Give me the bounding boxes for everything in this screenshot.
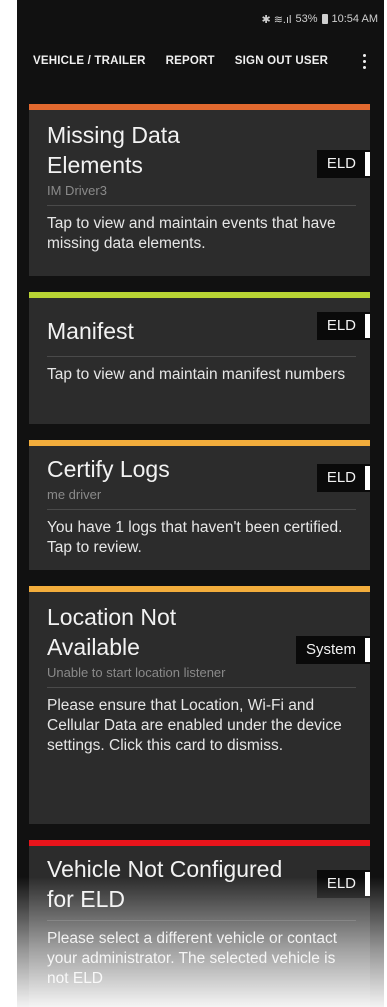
- card-divider: [47, 920, 356, 921]
- card-missing-data-elements[interactable]: Missing Data Elements ELD IM Driver3 Tap…: [29, 104, 371, 276]
- card-accent-bar: [29, 104, 370, 110]
- status-bar: ✱ ≋.ıl 53% 10:54 AM: [17, 0, 384, 38]
- card-body: Please select a different vehicle or con…: [47, 930, 338, 987]
- card-badge: ELD: [316, 464, 371, 492]
- card-divider: [47, 687, 356, 688]
- card-body: You have 1 logs that haven't been certif…: [47, 519, 343, 556]
- card-badge: System: [295, 636, 371, 664]
- card-badge: ELD: [316, 870, 371, 898]
- card-divider: [47, 509, 356, 510]
- nav-vehicle-trailer[interactable]: VEHICLE / TRAILER: [33, 55, 146, 67]
- card-body: Please ensure that Location, Wi-Fi and C…: [47, 697, 342, 754]
- connectivity-icons: ✱ ≋.ıl: [261, 13, 292, 26]
- card-subtitle: IM Driver3: [47, 183, 107, 198]
- card-subtitle: Unable to start location listener: [47, 665, 226, 680]
- nav-report[interactable]: REPORT: [166, 55, 215, 67]
- card-title: Vehicle Not Configured for ELD: [47, 856, 283, 912]
- nav-sign-out-user[interactable]: SIGN OUT USER: [235, 55, 328, 67]
- card-title: Certify Logs: [47, 456, 170, 482]
- card-subtitle: me driver: [47, 487, 102, 502]
- card-accent-bar: [29, 440, 370, 446]
- card-accent-bar: [29, 292, 370, 298]
- card-divider: [47, 205, 356, 206]
- more-vert-icon[interactable]: [363, 53, 366, 69]
- card-body: Tap to view and maintain manifest number…: [47, 366, 346, 383]
- card-vehicle-not-configured[interactable]: Vehicle Not Configured for ELD ELD Pleas…: [29, 840, 371, 1007]
- card-location-not-available[interactable]: Location Not Available System Unable to …: [29, 586, 371, 824]
- card-divider: [47, 356, 356, 357]
- card-title: Location Not Available: [47, 604, 177, 660]
- battery-icon: [321, 14, 328, 24]
- card-title: Manifest: [47, 318, 134, 344]
- clock: 10:54 AM: [331, 13, 378, 25]
- card-body: Tap to view and maintain events that hav…: [47, 215, 336, 252]
- card-badge: ELD: [316, 150, 371, 178]
- card-title: Missing Data Elements: [47, 122, 180, 178]
- battery-percent: 53%: [295, 13, 318, 25]
- app-bar: VEHICLE / TRAILER REPORT SIGN OUT USER: [17, 38, 384, 84]
- card-manifest[interactable]: Manifest ELD Tap to view and maintain ma…: [29, 292, 371, 424]
- card-certify-logs[interactable]: Certify Logs ELD me driver You have 1 lo…: [29, 440, 371, 570]
- card-accent-bar: [29, 586, 370, 592]
- phone-screen: ✱ ≋.ıl 53% 10:54 AM VEHICLE / TRAILER RE…: [17, 0, 384, 1007]
- card-badge: ELD: [316, 312, 371, 340]
- card-accent-bar: [29, 840, 370, 846]
